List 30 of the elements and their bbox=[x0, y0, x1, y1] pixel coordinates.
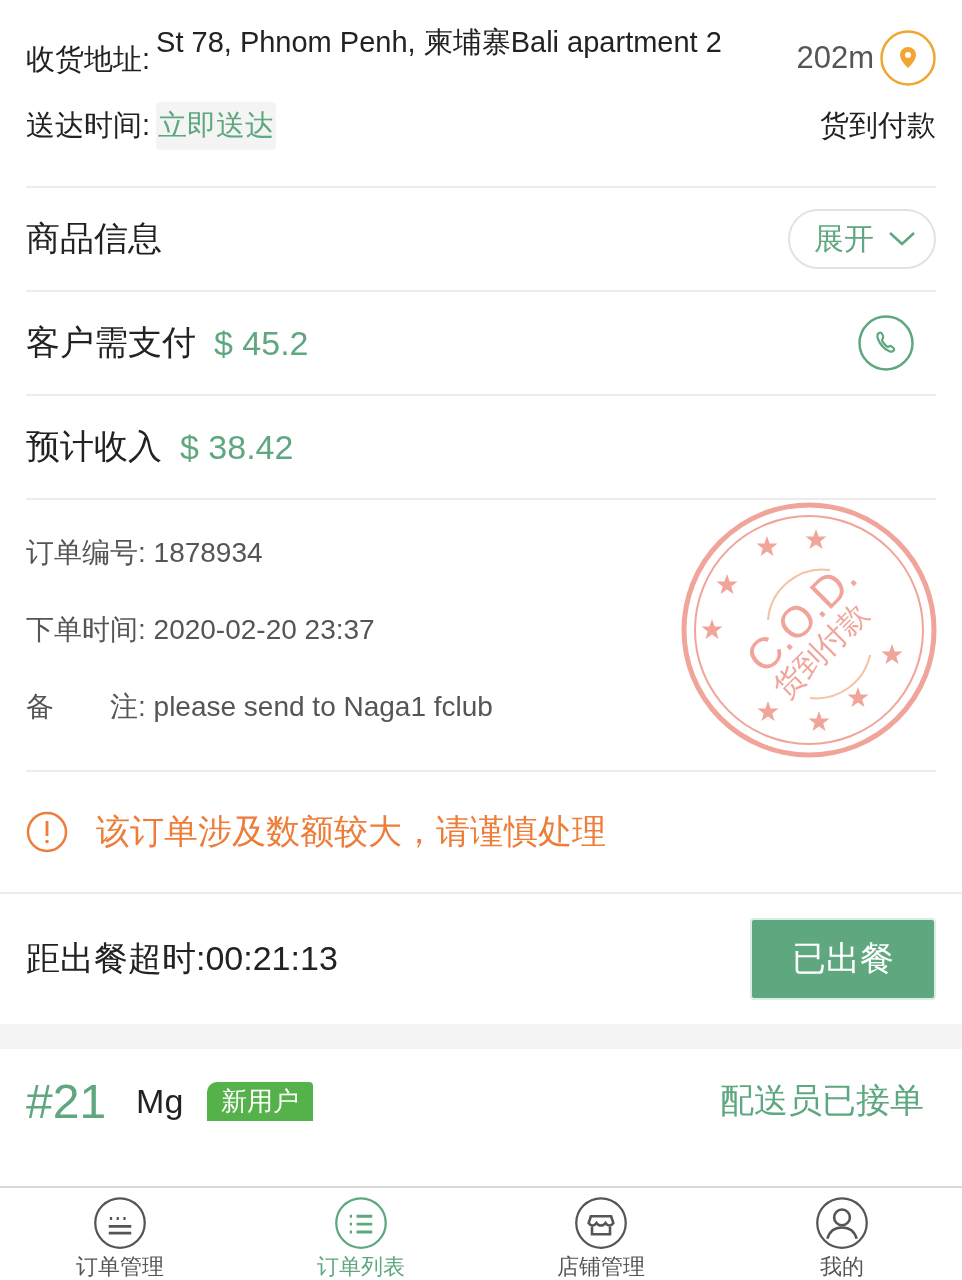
delivery-time-label: 送达时间: bbox=[26, 108, 151, 143]
address-label: 收货地址: bbox=[26, 42, 151, 77]
payment-amount: $ 45.2 bbox=[214, 323, 309, 363]
order-number: #21 bbox=[26, 1073, 107, 1129]
new-user-badge: 新用户 bbox=[207, 1081, 314, 1121]
countdown-text: 距出餐超时:00:21:13 bbox=[26, 938, 338, 979]
section-title: 商品信息 bbox=[26, 218, 162, 259]
distance-text: 202m bbox=[796, 40, 874, 76]
detail-label: 订单编号: bbox=[26, 536, 146, 570]
income-amount: $ 38.42 bbox=[180, 427, 294, 467]
payment-label: 客户需支付 bbox=[26, 322, 196, 363]
tab[interactable]: 我的 bbox=[721, 1188, 962, 1280]
detail-value: 2020-02-20 23:37 bbox=[152, 614, 375, 646]
phone-icon[interactable] bbox=[858, 315, 914, 371]
tab[interactable]: 订单管理 bbox=[0, 1188, 241, 1280]
chevron-icon bbox=[888, 231, 916, 247]
detail-value: please send to Naga1 fclub bbox=[152, 691, 493, 723]
customer-name: Mg bbox=[136, 1081, 184, 1121]
detail-label: 下单时间: bbox=[26, 613, 146, 647]
address-text: St 78, Phnom Penh, 柬埔寨Bali apartment 2 bbox=[156, 25, 723, 60]
order-status: 配送员已接单 bbox=[720, 1080, 924, 1121]
tab[interactable]: 店铺管理 bbox=[481, 1188, 722, 1280]
delivery-time-value: 立即送达 bbox=[156, 102, 277, 150]
detail-value: 1878934 bbox=[152, 537, 263, 569]
warning-icon bbox=[26, 811, 68, 853]
detail-label: 备 注: bbox=[26, 690, 146, 724]
location-pin-icon[interactable] bbox=[880, 30, 936, 86]
income-label: 预计收入 bbox=[26, 426, 162, 467]
warning-text: 该订单涉及数额较大，请谨慎处理 bbox=[96, 811, 606, 852]
payment-method: 货到付款 bbox=[820, 108, 936, 143]
